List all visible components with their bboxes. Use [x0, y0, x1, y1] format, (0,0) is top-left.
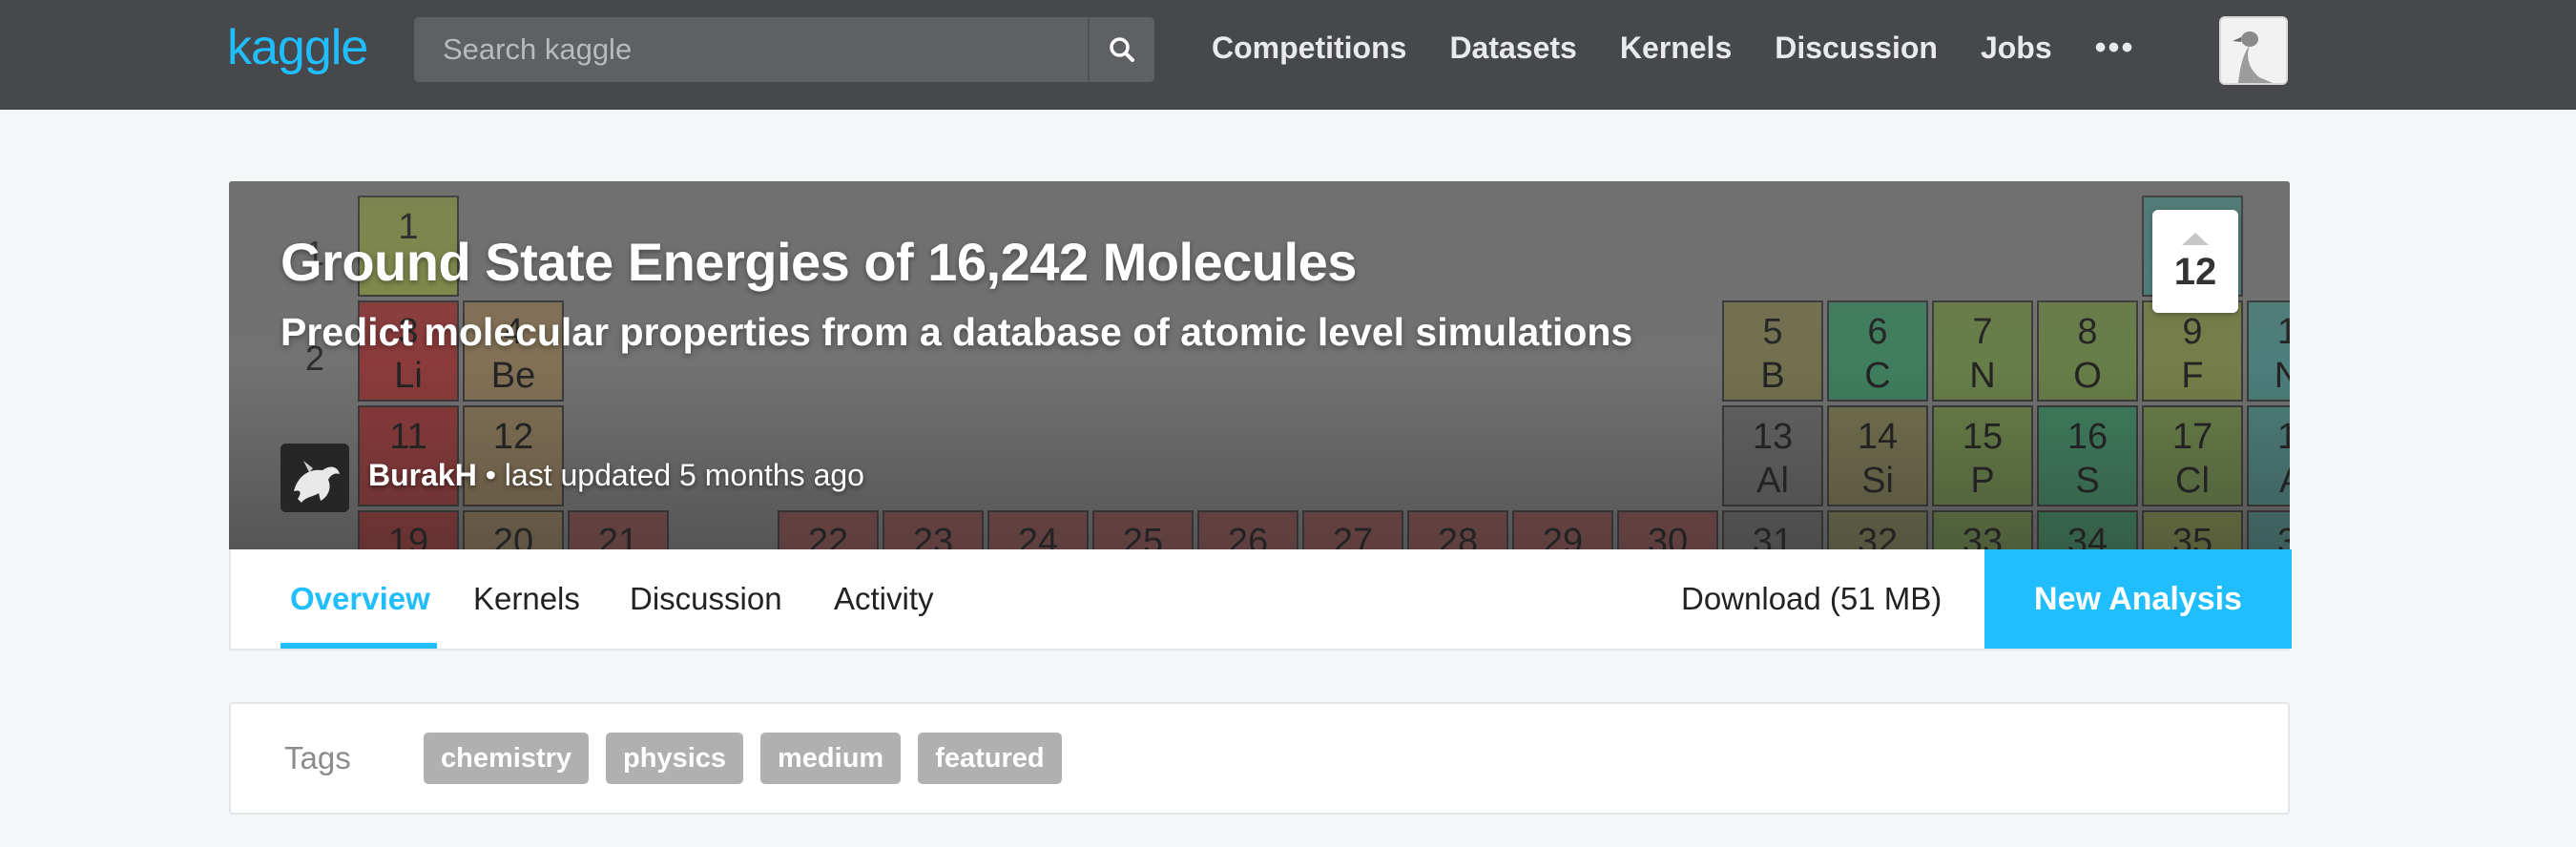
last-updated: • last updated 5 months ago: [476, 458, 864, 492]
top-navbar: kaggle Competitions Datasets Kernels Dis…: [0, 0, 2576, 110]
more-menu-icon[interactable]: •••: [2095, 30, 2135, 67]
user-avatar-image: [2221, 18, 2286, 83]
upvote-button[interactable]: 12: [2152, 210, 2238, 313]
user-avatar[interactable]: [2219, 16, 2288, 85]
tag-physics[interactable]: physics: [606, 733, 744, 784]
tag-chemistry[interactable]: chemistry: [424, 733, 590, 784]
nav-discussion[interactable]: Discussion: [1775, 31, 1938, 66]
tag-list: chemistry physics medium featured: [424, 733, 1079, 784]
tab-activity[interactable]: Activity: [834, 549, 934, 649]
active-tab-indicator: [280, 643, 437, 649]
nav-kernels[interactable]: Kernels: [1620, 31, 1732, 66]
dataset-header: 123412He3Li4Be5B6C7N8O9F10Ne111213Al14Si…: [229, 181, 2290, 549]
owner-line: BurakH • last updated 5 months ago: [368, 458, 864, 493]
vote-count: 12: [2173, 250, 2217, 293]
search-input[interactable]: [414, 17, 1088, 82]
new-analysis-button[interactable]: New Analysis: [1984, 549, 2292, 649]
tab-overview[interactable]: Overview: [290, 549, 430, 649]
search-button[interactable]: [1088, 17, 1154, 82]
nav-jobs[interactable]: Jobs: [1981, 31, 2052, 66]
tags-label: Tags: [284, 740, 351, 775]
owner-name[interactable]: BurakH: [368, 458, 477, 492]
tag-medium[interactable]: medium: [760, 733, 902, 784]
kaggle-logo[interactable]: kaggle: [227, 17, 368, 78]
dataset-subtitle: Predict molecular properties from a data…: [280, 310, 1633, 354]
search-box: [414, 17, 1154, 82]
nav-competitions[interactable]: Competitions: [1212, 31, 1406, 66]
tab-discussion[interactable]: Discussion: [630, 549, 782, 649]
caret-up-icon: [2182, 232, 2209, 245]
download-button[interactable]: Download (51 MB): [1681, 549, 1942, 649]
dataset-tabs: Overview Kernels Discussion Activity Dow…: [229, 549, 2292, 651]
tab-kernels[interactable]: Kernels: [473, 549, 580, 649]
dataset-title: Ground State Energies of 16,242 Molecule…: [280, 232, 1357, 292]
search-icon: [1110, 37, 1134, 62]
owner-avatar-image: [280, 444, 349, 512]
tag-featured[interactable]: featured: [918, 733, 1062, 784]
tags-card: Tags chemistry physics medium featured: [229, 702, 2290, 815]
owner-avatar[interactable]: [280, 444, 349, 512]
main-nav: Competitions Datasets Kernels Discussion…: [1212, 17, 2134, 78]
nav-datasets[interactable]: Datasets: [1449, 31, 1576, 66]
